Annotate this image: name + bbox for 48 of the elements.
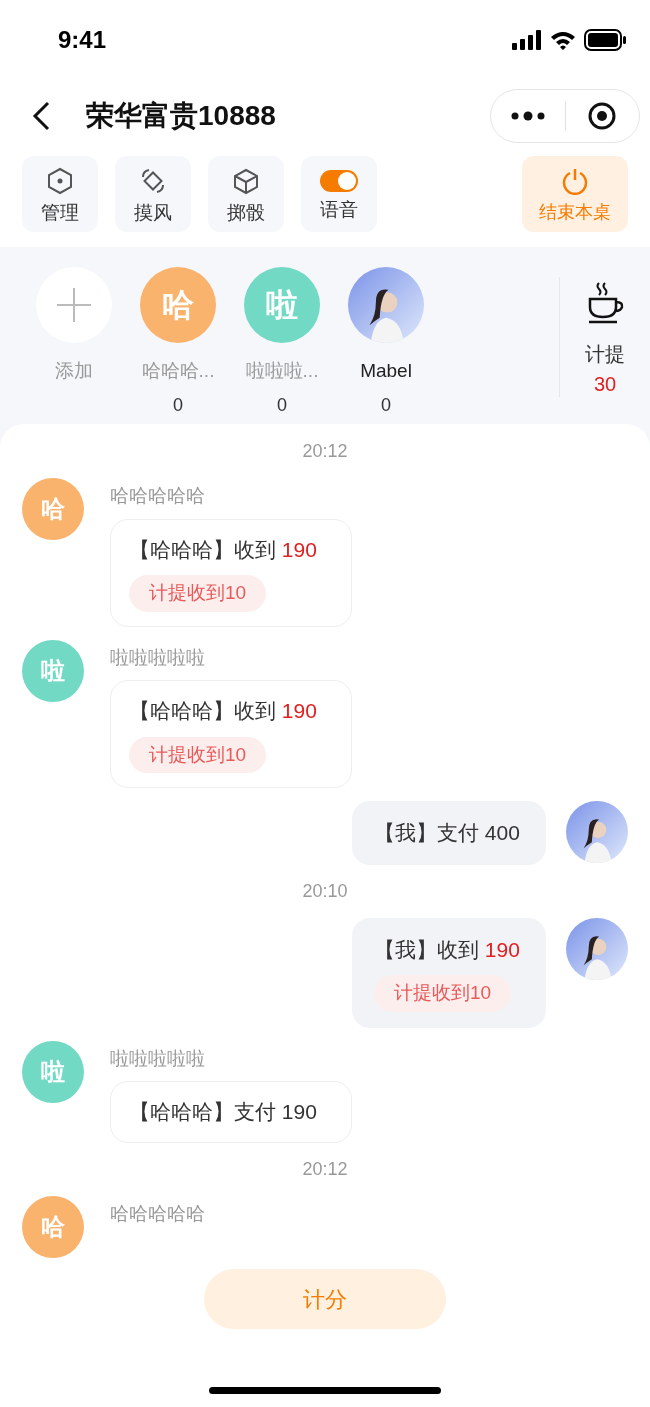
power-icon xyxy=(561,167,589,195)
player-score: 0 xyxy=(173,393,183,417)
rotate-icon xyxy=(139,166,167,195)
page-title: 荣华富贵10888 xyxy=(86,99,277,133)
sender-avatar: 啦 xyxy=(22,1040,84,1103)
toggle-switch[interactable] xyxy=(320,169,358,192)
player-avatar: 啦 xyxy=(244,267,320,343)
plus-icon xyxy=(55,286,93,324)
fee-label: 计提 xyxy=(585,342,625,367)
fee-value: 30 xyxy=(593,372,617,397)
wifi-icon xyxy=(550,30,576,50)
status-time: 9:41 xyxy=(58,25,107,55)
sender-avatar: 啦 xyxy=(22,639,84,702)
message-text: 【哈哈哈】收到 190 xyxy=(129,536,317,563)
back-icon xyxy=(30,101,52,131)
sender-name: 哈哈哈哈哈 xyxy=(110,484,206,508)
message-text: 【哈哈哈】支付 190 xyxy=(129,1099,317,1125)
tool-button[interactable]: 掷骰 xyxy=(208,156,284,232)
signal-icon xyxy=(512,30,542,50)
sender-avatar: 哈 xyxy=(22,478,84,540)
message-text: 【我】支付 400 xyxy=(374,820,520,846)
fee-tag: 计提收到10 xyxy=(374,975,512,1012)
tool-button[interactable]: 摸风 xyxy=(115,156,191,232)
sender-name: 啦啦啦啦啦 xyxy=(110,645,206,670)
player-name: 添加 xyxy=(55,359,93,383)
sender-name: 啦啦啦啦啦 xyxy=(110,1046,206,1071)
player-name: 哈哈哈... xyxy=(141,359,215,383)
more-icon xyxy=(510,111,545,121)
player-name: Mabel xyxy=(360,359,412,383)
message-time: 20:12 xyxy=(302,1157,348,1181)
fee-tag: 计提收到10 xyxy=(129,575,267,612)
target-icon xyxy=(587,101,618,131)
message-text: 【哈哈哈】收到 190 xyxy=(129,698,317,724)
message-text: 【我】收到 190 xyxy=(374,936,520,963)
sender-avatar: 哈 xyxy=(22,1195,84,1258)
battery-icon xyxy=(584,29,626,51)
message-time: 20:12 xyxy=(302,440,348,463)
player-name: 啦啦啦... xyxy=(245,359,319,383)
sender-name: 哈哈哈哈哈 xyxy=(110,1201,205,1226)
hexagon-icon xyxy=(46,166,74,195)
tool-button[interactable]: 管理 xyxy=(22,156,98,232)
cube-icon xyxy=(232,166,260,195)
message-time: 20:10 xyxy=(302,879,348,903)
player-score: 0 xyxy=(277,393,287,417)
player-score: 0 xyxy=(381,393,391,417)
player-avatar: 哈 xyxy=(140,267,216,343)
tool-button[interactable]: 语音 xyxy=(301,156,377,232)
fee-tag: 计提收到10 xyxy=(129,736,267,773)
